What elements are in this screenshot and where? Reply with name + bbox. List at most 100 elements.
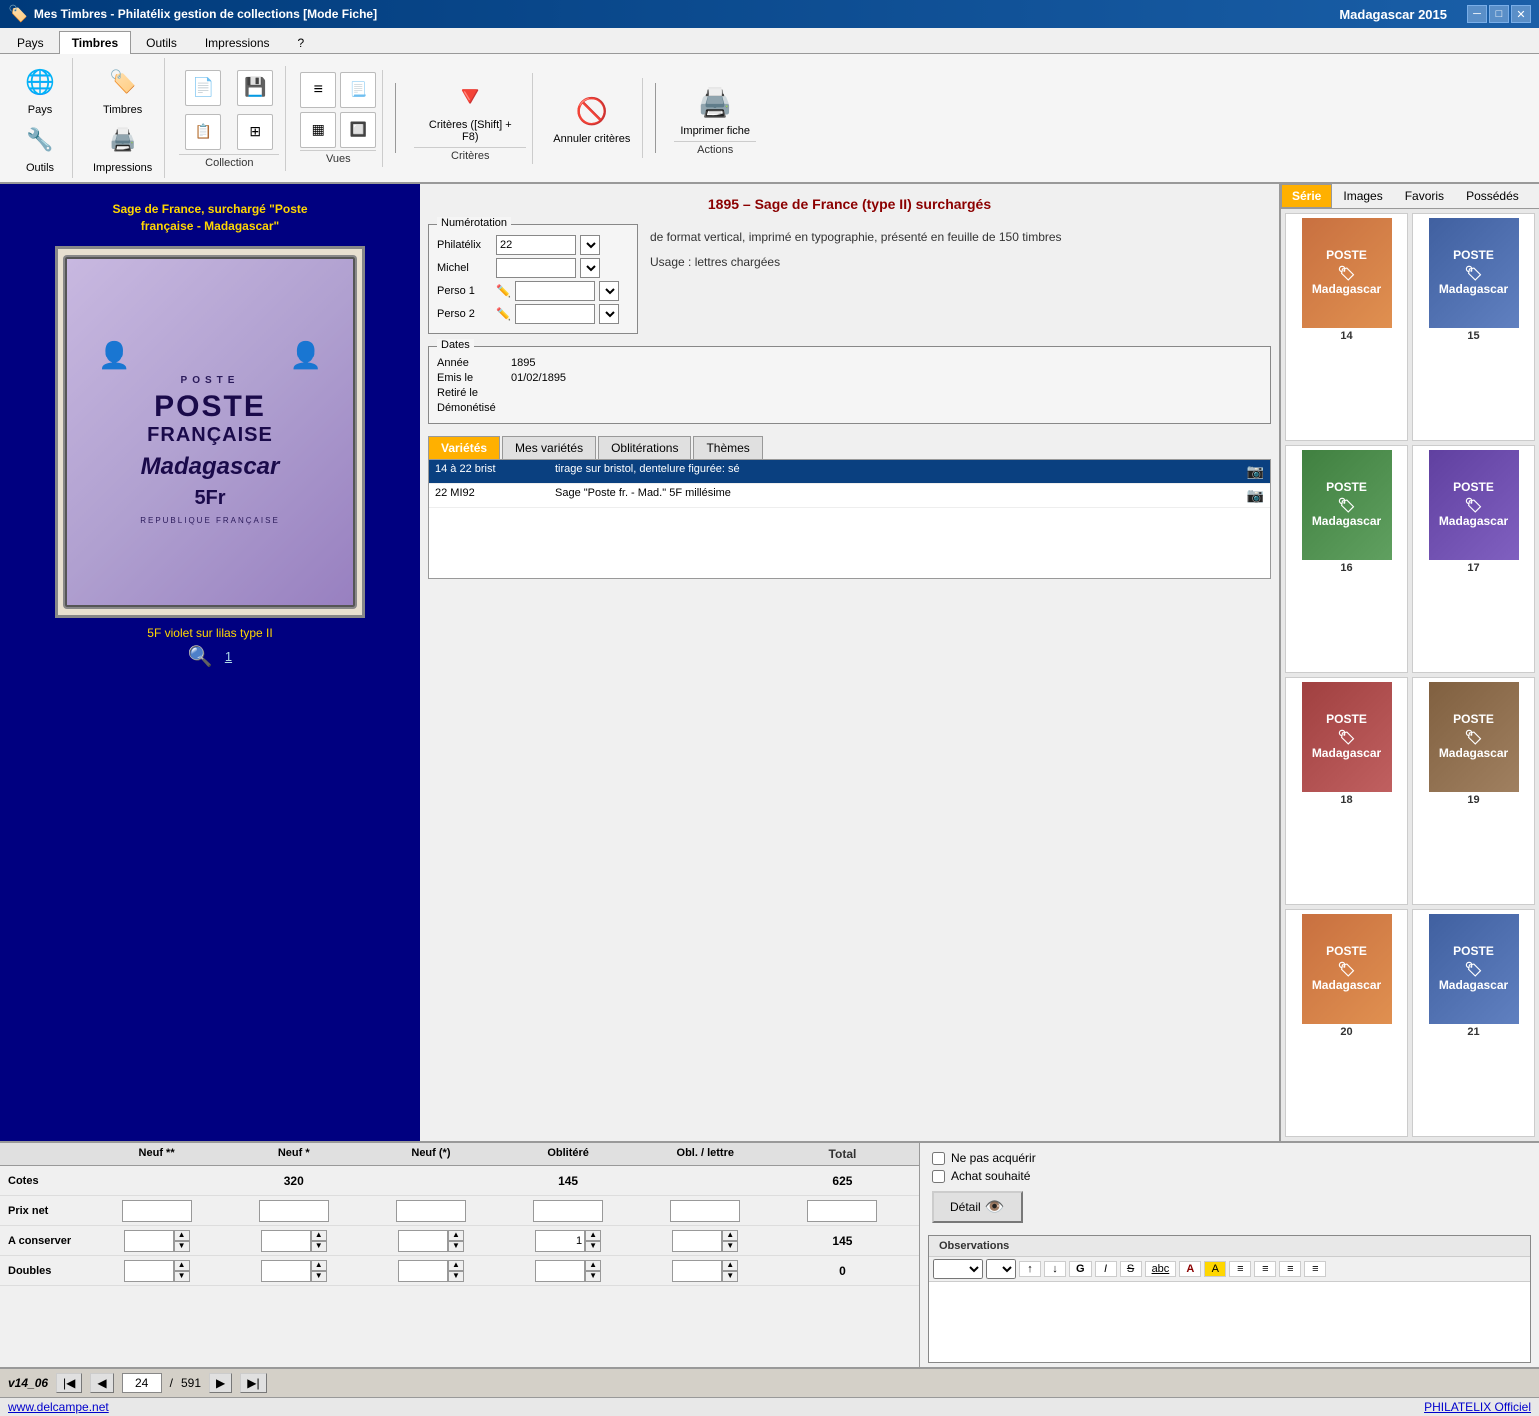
stepper-oblitere-down[interactable]: ▼ <box>585 1241 601 1252</box>
tab-themes[interactable]: Thèmes <box>693 436 762 459</box>
obs-down-btn[interactable]: ↓ <box>1044 1261 1066 1277</box>
stepper-oblitere-up[interactable]: ▲ <box>585 1230 601 1241</box>
prix-obl-lettre-input[interactable] <box>670 1200 740 1222</box>
detail-icon[interactable]: 📃 <box>340 72 376 108</box>
stepper-d-neuf1-up[interactable]: ▲ <box>311 1260 327 1271</box>
stepper-d-oblitere-up[interactable]: ▲ <box>585 1260 601 1271</box>
perso1-edit-icon[interactable]: ✏️ <box>496 284 511 298</box>
right-tab-possedes[interactable]: Possédés <box>1455 184 1530 208</box>
stepper-d-oblitere-input[interactable] <box>535 1260 585 1282</box>
toolbar-timbres-button[interactable]: 🏷️ Timbres <box>97 60 149 118</box>
prix-total-input[interactable] <box>807 1200 877 1222</box>
stepper-neuf1-up[interactable]: ▲ <box>311 1230 327 1241</box>
stepper-d-obl-lettre-input[interactable] <box>672 1260 722 1282</box>
stepper-d-neuf2-down[interactable]: ▼ <box>174 1271 190 1282</box>
zoom-icon[interactable]: 🔍 <box>188 644 213 669</box>
toolbar-impressions-button[interactable]: 🖨️ Impressions <box>87 118 158 176</box>
obs-color2-btn[interactable]: A <box>1204 1261 1226 1277</box>
obs-color-btn[interactable]: A <box>1179 1261 1201 1277</box>
variete-row-0[interactable]: 14 à 22 brist tirage sur bristol, dentel… <box>429 460 1270 484</box>
obs-align-center-btn[interactable]: ≡ <box>1254 1261 1276 1277</box>
detail-button[interactable]: Détail 👁️ <box>932 1191 1023 1223</box>
stepper-neuf1-input[interactable] <box>261 1230 311 1252</box>
stepper-d-neuf2-up[interactable]: ▲ <box>174 1260 190 1271</box>
thumbnail-4[interactable]: POSTE🏷Madagascar 18 <box>1285 677 1408 905</box>
obs-content[interactable] <box>929 1282 1530 1362</box>
grid-view-icon[interactable]: ▦ <box>300 112 336 148</box>
ne-pas-acquerir-checkbox[interactable] <box>932 1152 945 1165</box>
stamp-view-icon[interactable]: 🔲 <box>340 112 376 148</box>
prix-neuf1-input[interactable] <box>259 1200 329 1222</box>
collection-btn-1[interactable]: 📄 <box>179 68 227 108</box>
stepper-neufo-input[interactable] <box>398 1230 448 1252</box>
page-input[interactable] <box>122 1373 162 1393</box>
thumbnail-1[interactable]: POSTE🏷Madagascar 15 <box>1412 213 1535 441</box>
stepper-d-neufo-input[interactable] <box>398 1260 448 1282</box>
collection-btn-4[interactable]: ⊞ <box>231 112 279 152</box>
menu-tab-timbres[interactable]: Timbres <box>59 31 131 54</box>
tab-varietes[interactable]: Variétés <box>428 436 500 459</box>
minimize-button[interactable]: ─ <box>1467 5 1487 23</box>
obs-underline-btn[interactable]: abc <box>1145 1261 1177 1277</box>
nav-next-button[interactable]: ▶ <box>209 1373 232 1393</box>
collection-btn-3[interactable]: 💾 <box>231 68 279 108</box>
stepper-obl-lettre-input[interactable] <box>672 1230 722 1252</box>
close-button[interactable]: ✕ <box>1511 5 1531 23</box>
stepper-d-neufo-down[interactable]: ▼ <box>448 1271 464 1282</box>
right-tab-serie[interactable]: Série <box>1281 184 1332 208</box>
website-link[interactable]: www.delcampe.net <box>8 1400 109 1414</box>
thumbnail-0[interactable]: POSTE🏷Madagascar 14 <box>1285 213 1408 441</box>
stepper-neufo-down[interactable]: ▼ <box>448 1241 464 1252</box>
right-tab-favoris[interactable]: Favoris <box>1394 184 1455 208</box>
perso1-input[interactable] <box>515 281 595 301</box>
variete-row-1[interactable]: 22 MI92 Sage "Poste fr. - Mad." 5F millé… <box>429 484 1270 508</box>
imprimer-fiche-button[interactable]: 🖨️ Imprimer fiche <box>674 81 756 139</box>
nav-prev-button[interactable]: ◀ <box>90 1373 113 1393</box>
stepper-neuf1-down[interactable]: ▼ <box>311 1241 327 1252</box>
nav-first-button[interactable]: |◀ <box>56 1373 82 1393</box>
philatelix-input[interactable] <box>496 235 576 255</box>
nav-last-button[interactable]: ▶| <box>240 1373 266 1393</box>
stepper-d-neuf1-down[interactable]: ▼ <box>311 1271 327 1282</box>
toolbar-outils-button[interactable]: 🔧 Outils <box>14 118 66 176</box>
menu-tab-outils[interactable]: Outils <box>133 31 190 54</box>
thumbnail-5[interactable]: POSTE🏷Madagascar 19 <box>1412 677 1535 905</box>
toolbar-pays-button[interactable]: 🌐 Pays <box>14 60 66 118</box>
obs-bold-btn[interactable]: G <box>1069 1261 1092 1277</box>
maximize-button[interactable]: □ <box>1489 5 1509 23</box>
tab-obliterations[interactable]: Oblitérations <box>598 436 691 459</box>
stepper-d-obl-lettre-up[interactable]: ▲ <box>722 1260 738 1271</box>
obs-align-justify-btn[interactable]: ≡ <box>1304 1261 1326 1277</box>
thumbnail-3[interactable]: POSTE🏷Madagascar 17 <box>1412 445 1535 673</box>
stepper-d-obl-lettre-down[interactable]: ▼ <box>722 1271 738 1282</box>
stepper-d-neuf1-input[interactable] <box>261 1260 311 1282</box>
criteres-button[interactable]: 🔻 Critères ([Shift] + F8) <box>414 75 526 145</box>
right-tab-images[interactable]: Images <box>1332 184 1393 208</box>
prix-neuf2-input[interactable] <box>122 1200 192 1222</box>
stamp-number[interactable]: 1 <box>225 649 232 664</box>
menu-tab-impressions[interactable]: Impressions <box>192 31 283 54</box>
stepper-oblitere-input[interactable] <box>535 1230 585 1252</box>
annuler-criteres-button[interactable]: 🚫 Annuler critères <box>547 89 636 147</box>
michel-input[interactable] <box>496 258 576 278</box>
stepper-d-neuf2-input[interactable] <box>124 1260 174 1282</box>
stepper-obl-lettre-up[interactable]: ▲ <box>722 1230 738 1241</box>
stepper-d-oblitere-down[interactable]: ▼ <box>585 1271 601 1282</box>
list-icon[interactable]: ≡ <box>300 72 336 108</box>
obs-size-select[interactable] <box>986 1259 1016 1279</box>
obs-align-right-btn[interactable]: ≡ <box>1279 1261 1301 1277</box>
perso2-input[interactable] <box>515 304 595 324</box>
michel-dropdown[interactable]: ▼ <box>580 258 600 278</box>
menu-tab-help[interactable]: ? <box>285 31 318 54</box>
obs-strike-btn[interactable]: S <box>1120 1261 1142 1277</box>
obs-italic-btn[interactable]: I <box>1095 1261 1117 1277</box>
stepper-neuf2-input[interactable] <box>124 1230 174 1252</box>
obs-up-btn[interactable]: ↑ <box>1019 1261 1041 1277</box>
perso1-dropdown[interactable]: ▼ <box>599 281 619 301</box>
prix-neufo-input[interactable] <box>396 1200 466 1222</box>
thumbnail-6[interactable]: POSTE🏷Madagascar 20 <box>1285 909 1408 1137</box>
prix-oblitere-input[interactable] <box>533 1200 603 1222</box>
obs-align-left-btn[interactable]: ≡ <box>1229 1261 1251 1277</box>
stepper-neuf2-down[interactable]: ▼ <box>174 1241 190 1252</box>
stepper-neuf2-up[interactable]: ▲ <box>174 1230 190 1241</box>
